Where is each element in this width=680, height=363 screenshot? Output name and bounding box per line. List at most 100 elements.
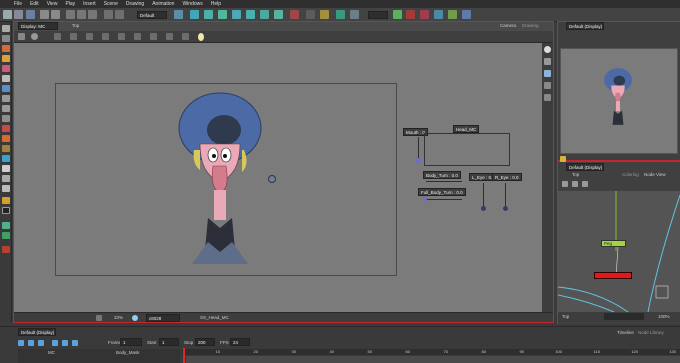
- reset-view-icon[interactable]: [544, 46, 551, 53]
- redo-icon[interactable]: [51, 10, 60, 19]
- menu-help[interactable]: Help: [211, 1, 221, 7]
- view-tool7-icon[interactable]: [150, 33, 157, 40]
- light-icon[interactable]: [198, 33, 204, 41]
- prev-frame-icon[interactable]: [62, 340, 68, 346]
- next-frame-icon[interactable]: [72, 340, 78, 346]
- node-peg-icon[interactable]: [582, 181, 588, 187]
- menu-animation[interactable]: Animation: [152, 1, 174, 7]
- transform-icon[interactable]: [174, 10, 183, 19]
- frame-select[interactable]: c6028: [146, 314, 180, 322]
- layer-body-mask[interactable]: Body_Mask: [116, 350, 140, 355]
- layer-mc[interactable]: MC: [48, 350, 55, 355]
- top-label[interactable]: Top: [72, 23, 79, 28]
- view-tool6-icon[interactable]: [134, 33, 141, 40]
- zoom-select[interactable]: [368, 11, 388, 19]
- head-control-box[interactable]: [424, 133, 510, 166]
- hand-tool-icon[interactable]: [2, 175, 10, 182]
- dropper-tool-icon[interactable]: [2, 165, 10, 172]
- full-body-turn-knob[interactable]: [423, 197, 427, 201]
- start-field[interactable]: 1: [159, 338, 179, 346]
- full-body-turn-slider[interactable]: [424, 199, 462, 200]
- pencil-tool-icon[interactable]: [2, 55, 10, 62]
- library-icon[interactable]: [434, 10, 443, 19]
- deformer-icon[interactable]: [393, 10, 402, 19]
- undo-icon[interactable]: [40, 10, 49, 19]
- copy-icon[interactable]: [77, 10, 86, 19]
- tab-node-library[interactable]: Node Library: [638, 330, 664, 335]
- peg-icon[interactable]: [336, 10, 345, 19]
- node-display-select[interactable]: Default (Display): [566, 163, 604, 171]
- perspective-tool-icon[interactable]: [2, 232, 10, 239]
- timeline-track[interactable]: [186, 356, 680, 363]
- timeline-display-select[interactable]: Default (Display): [18, 328, 56, 336]
- cut-icon[interactable]: [66, 10, 75, 19]
- gear-icon[interactable]: [31, 33, 38, 40]
- eraser-tool-icon[interactable]: [2, 65, 10, 72]
- node-top-label[interactable]: Top: [572, 172, 579, 177]
- l-eye-knob[interactable]: [481, 206, 486, 211]
- save-icon[interactable]: [26, 10, 35, 19]
- pivot-tool-icon[interactable]: [2, 155, 10, 162]
- layer-icon[interactable]: [462, 10, 471, 19]
- node-tool1-icon[interactable]: [560, 156, 566, 162]
- reposition-tool-icon[interactable]: [2, 207, 10, 214]
- first-frame-icon[interactable]: [52, 340, 58, 346]
- menu-drawing[interactable]: Drawing: [126, 1, 144, 7]
- zoom-level[interactable]: 33%: [114, 315, 123, 320]
- onion-icon[interactable]: [306, 10, 315, 19]
- pivot-handle[interactable]: [268, 175, 276, 183]
- view-tool5-icon[interactable]: [118, 33, 125, 40]
- node-search-field[interactable]: [604, 313, 644, 320]
- scale-icon[interactable]: [218, 10, 227, 19]
- tab-timeline[interactable]: Timeline: [617, 330, 634, 335]
- tab-node-view[interactable]: Node View: [644, 172, 666, 177]
- head-control-label[interactable]: Head_MC: [453, 125, 480, 133]
- symbol-icon[interactable]: [448, 10, 457, 19]
- lock-icon[interactable]: [290, 10, 299, 19]
- mouth-slider-knob[interactable]: [416, 158, 421, 163]
- move-icon[interactable]: [190, 10, 199, 19]
- node-group-icon[interactable]: [572, 181, 578, 187]
- stop-field[interactable]: 200: [195, 338, 215, 346]
- open-icon[interactable]: [14, 10, 23, 19]
- rotate-icon[interactable]: [204, 10, 213, 19]
- menu-edit[interactable]: Edit: [30, 1, 39, 7]
- menu-windows[interactable]: Windows: [182, 1, 202, 7]
- color-swatch-icon[interactable]: [132, 315, 138, 321]
- menu-file[interactable]: File: [14, 1, 22, 7]
- view-tool4-icon[interactable]: [102, 33, 109, 40]
- ik-icon[interactable]: [246, 10, 255, 19]
- view-tool1-icon[interactable]: [54, 33, 61, 40]
- view-tool2-icon[interactable]: [70, 33, 77, 40]
- node-add-icon[interactable]: [562, 181, 568, 187]
- menu-view[interactable]: View: [47, 1, 58, 7]
- cutter-tool-icon[interactable]: [2, 135, 10, 142]
- zoom-tool-icon[interactable]: [2, 185, 10, 192]
- bone-icon[interactable]: [350, 10, 359, 19]
- view-tool9-icon[interactable]: [182, 33, 189, 40]
- frame-field[interactable]: 1: [120, 338, 142, 346]
- body-turn-slider[interactable]: [426, 181, 462, 182]
- spline-icon[interactable]: [260, 10, 269, 19]
- keyframe-icon[interactable]: [274, 10, 283, 19]
- tab-drawing[interactable]: Drawing: [522, 23, 539, 28]
- preview-icon[interactable]: [420, 10, 429, 19]
- contour-editor-tool-icon[interactable]: [2, 35, 10, 42]
- line-tool-icon[interactable]: [2, 95, 10, 102]
- morph-tool-icon[interactable]: [2, 197, 10, 204]
- play-icon[interactable]: [18, 340, 24, 346]
- ellipse-tool-icon[interactable]: [2, 115, 10, 122]
- safe-area-icon[interactable]: [544, 82, 551, 89]
- ruler-icon[interactable]: [104, 10, 113, 19]
- timeline-ruler[interactable]: 10 20 30 40 50 60 70 80 90 100 110 120 1…: [182, 349, 680, 355]
- display-select[interactable]: Display: MC: [18, 22, 58, 30]
- r-eye-label[interactable]: R_Eye : 0.0: [492, 173, 522, 181]
- text-tool-icon[interactable]: [2, 75, 10, 82]
- brush-tool-icon[interactable]: [2, 45, 10, 52]
- tab-coloring[interactable]: Coloring: [622, 172, 639, 177]
- skew-icon[interactable]: [232, 10, 241, 19]
- fps-field[interactable]: 24: [230, 338, 250, 346]
- animate-icon[interactable]: [18, 33, 25, 40]
- body-turn-label[interactable]: Body_Turn : 0.0: [423, 171, 461, 179]
- new-scene-icon[interactable]: [3, 10, 12, 19]
